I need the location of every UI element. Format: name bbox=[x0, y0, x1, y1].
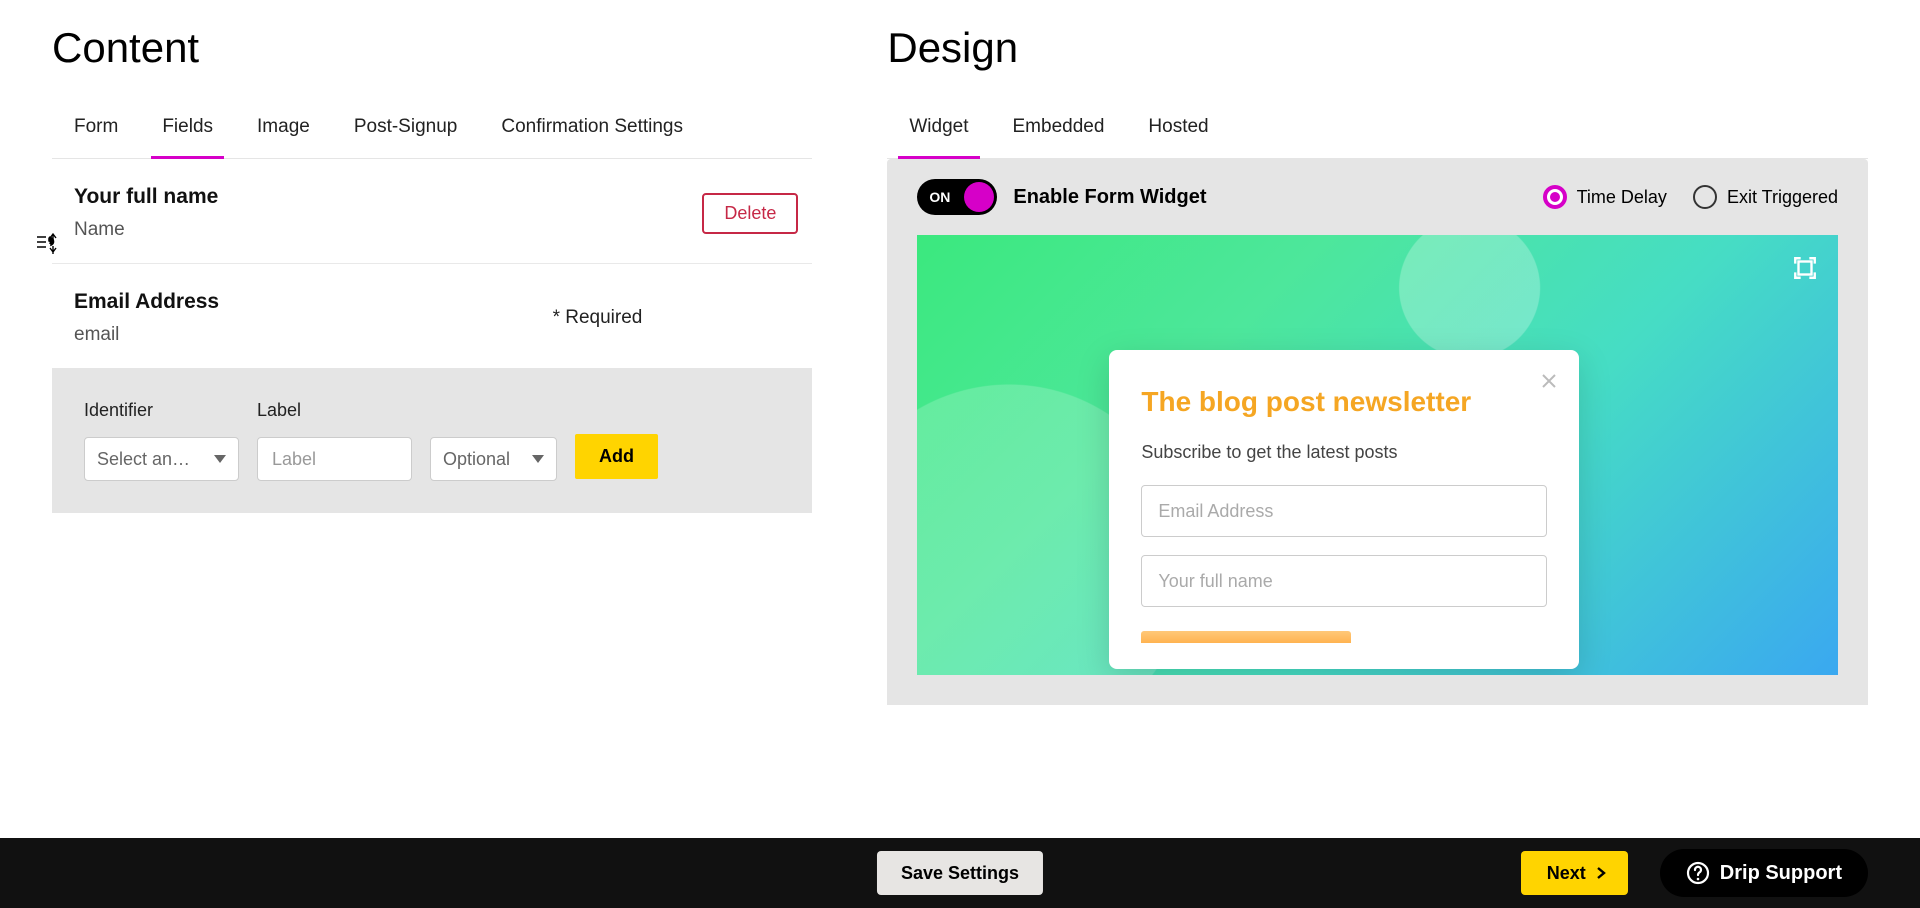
field-row-email: Email Address email * Required bbox=[52, 264, 812, 368]
add-field-button[interactable]: Add bbox=[575, 434, 658, 479]
tab-confirmation-settings[interactable]: Confirmation Settings bbox=[501, 116, 683, 158]
chevron-down-icon bbox=[214, 455, 226, 463]
widget-preview-stage: The blog post newsletter Subscribe to ge… bbox=[917, 235, 1838, 675]
radio-exit-triggered[interactable]: Exit Triggered bbox=[1693, 185, 1838, 209]
widget-preview-title: The blog post newsletter bbox=[1141, 386, 1547, 418]
requirement-select-value: Optional bbox=[443, 449, 510, 470]
widget-preview-subtitle: Subscribe to get the latest posts bbox=[1141, 442, 1547, 463]
footer-bar: Save Settings Next Drip Support bbox=[0, 838, 1920, 908]
radio-icon bbox=[1543, 185, 1567, 209]
tab-embedded[interactable]: Embedded bbox=[1013, 116, 1105, 158]
field-label: Your full name bbox=[74, 185, 218, 209]
expand-preview-icon[interactable] bbox=[1792, 255, 1818, 281]
next-button-label: Next bbox=[1547, 863, 1586, 884]
content-section-title: Content bbox=[52, 24, 812, 72]
toggle-knob bbox=[964, 182, 994, 212]
field-row-name: Your full name Name Delete bbox=[52, 159, 812, 264]
preview-email-input[interactable] bbox=[1141, 485, 1547, 537]
save-settings-button[interactable]: Save Settings bbox=[877, 851, 1043, 895]
chevron-down-icon bbox=[532, 455, 544, 463]
tab-image[interactable]: Image bbox=[257, 116, 310, 158]
drag-handle-icon[interactable] bbox=[36, 232, 64, 256]
design-section-title: Design bbox=[887, 24, 1868, 72]
add-field-panel: Identifier Select an… Label . Optional A… bbox=[52, 368, 812, 513]
widget-toolbar: ON Enable Form Widget Time Delay Exit Tr… bbox=[887, 159, 1868, 235]
trigger-radio-group: Time Delay Exit Triggered bbox=[1543, 185, 1838, 209]
widget-preview-card: The blog post newsletter Subscribe to ge… bbox=[1109, 350, 1579, 669]
toggle-state-text: ON bbox=[929, 189, 950, 205]
radio-label: Exit Triggered bbox=[1727, 187, 1838, 208]
close-icon[interactable] bbox=[1541, 372, 1557, 395]
next-button[interactable]: Next bbox=[1521, 851, 1628, 895]
help-icon bbox=[1686, 861, 1710, 885]
requirement-select[interactable]: Optional bbox=[430, 437, 557, 481]
support-label: Drip Support bbox=[1720, 862, 1842, 885]
preview-name-input[interactable] bbox=[1141, 555, 1547, 607]
tab-widget[interactable]: Widget bbox=[909, 116, 968, 158]
label-input[interactable] bbox=[257, 437, 412, 481]
tab-fields[interactable]: Fields bbox=[162, 116, 213, 158]
tab-hosted[interactable]: Hosted bbox=[1148, 116, 1208, 158]
tab-form[interactable]: Form bbox=[74, 116, 118, 158]
required-note: * Required bbox=[553, 307, 813, 329]
delete-field-button[interactable]: Delete bbox=[702, 193, 798, 234]
radio-label: Time Delay bbox=[1577, 187, 1667, 208]
radio-time-delay[interactable]: Time Delay bbox=[1543, 185, 1667, 209]
field-identifier: email bbox=[74, 324, 219, 346]
label-label: Label bbox=[257, 400, 412, 421]
design-tabs: Widget Embedded Hosted bbox=[887, 116, 1868, 159]
identifier-label: Identifier bbox=[84, 400, 239, 421]
identifier-select[interactable]: Select an… bbox=[84, 437, 239, 481]
enable-widget-toggle[interactable]: ON bbox=[917, 179, 997, 215]
preview-submit-button[interactable] bbox=[1141, 631, 1351, 643]
field-label: Email Address bbox=[74, 290, 219, 314]
field-identifier: Name bbox=[74, 219, 218, 241]
radio-icon bbox=[1693, 185, 1717, 209]
enable-widget-label: Enable Form Widget bbox=[1013, 186, 1206, 209]
identifier-select-value: Select an… bbox=[97, 449, 190, 470]
drip-support-button[interactable]: Drip Support bbox=[1660, 849, 1868, 897]
chevron-right-icon bbox=[1596, 866, 1606, 880]
tab-post-signup[interactable]: Post-Signup bbox=[354, 116, 458, 158]
content-tabs: Form Fields Image Post-Signup Confirmati… bbox=[52, 116, 812, 159]
